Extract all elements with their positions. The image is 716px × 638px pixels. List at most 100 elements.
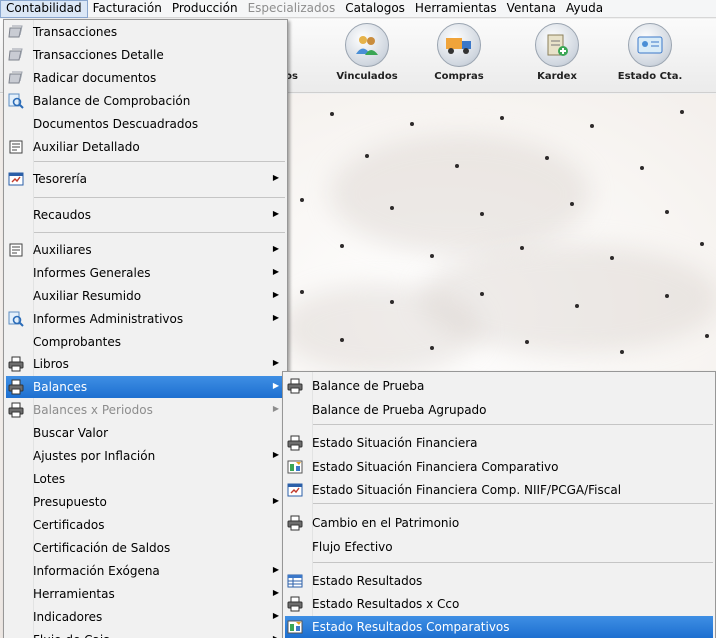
menu-contabilidad[interactable]: Contabilidad <box>0 0 88 18</box>
toolbar-label: Kardex <box>537 71 577 82</box>
menu-item-documentos-descuadrados[interactable]: Documentos Descuadrados <box>6 113 285 135</box>
fabric-dot <box>705 334 709 338</box>
menu-item-informacion-exogena[interactable]: Información Exógena ▶ <box>6 560 285 582</box>
printer-icon <box>8 379 24 395</box>
menu-item-informes-generales[interactable]: Informes Generales ▶ <box>6 262 285 284</box>
menu-item-radicar-documentos[interactable]: Radicar documentos <box>6 67 285 89</box>
menu-item-label: Estado Resultados <box>312 574 423 588</box>
menu-item-presupuesto[interactable]: Presupuesto ▶ <box>6 491 285 513</box>
menu-item-ajustes-por-inflacion[interactable]: Ajustes por Inflación ▶ <box>6 445 285 467</box>
menu-ventana[interactable]: Ventana <box>502 0 561 18</box>
report-icon <box>8 139 24 155</box>
compare-icon <box>287 459 303 475</box>
menu-item-auxiliar-resumido[interactable]: Auxiliar Resumido ▶ <box>6 285 285 307</box>
submenu-item-estado-situacion-financiera[interactable]: Estado Situación Financiera <box>285 432 713 454</box>
submenu-item-estado-situacion-financiera-comp-niif-pcga-fiscal[interactable]: Estado Situación Financiera Comp. NIIF/P… <box>285 479 713 501</box>
menu-item-label: Estado Resultados x Cco <box>312 597 460 611</box>
menu-item-label: Indicadores <box>33 610 103 624</box>
menu-item-lotes[interactable]: Lotes <box>6 468 285 490</box>
menu-item-libros[interactable]: Libros ▶ <box>6 353 285 375</box>
fabric-dot <box>455 164 459 168</box>
menu-item-label: Ajustes por Inflación <box>33 449 156 463</box>
menu-item-balance-de-comprobacion[interactable]: Balance de Comprobación <box>6 90 285 112</box>
report-icon <box>8 242 24 258</box>
fabric-dot <box>365 154 369 158</box>
fabric-dot <box>390 206 394 210</box>
submenu-arrow-icon: ▶ <box>272 290 279 299</box>
menu-item-label: Balance de Prueba Agrupado <box>312 403 487 417</box>
submenu-item-cambio-en-el-patrimonio[interactable]: Cambio en el Patrimonio <box>285 512 713 534</box>
fabric-dot <box>340 244 344 248</box>
printer-icon <box>287 435 303 451</box>
menu-item-auxiliar-detallado[interactable]: Auxiliar Detallado <box>6 136 285 158</box>
table-icon <box>287 573 303 589</box>
menu-item-label: Estado Resultados Comparativos <box>312 620 510 634</box>
fabric-dot <box>300 198 304 202</box>
menu-item-herramientas[interactable]: Herramientas ▶ <box>6 583 285 605</box>
menu-especializados[interactable]: Especializados <box>243 0 341 18</box>
menu-item-flujo-de-caja[interactable]: Flujo de Caja ▶ <box>6 629 285 638</box>
clipboard-add-icon <box>535 23 579 67</box>
submenu-arrow-icon: ▶ <box>272 588 279 597</box>
menu-item-label: Comprobantes <box>33 335 121 349</box>
menu-item-certificados[interactable]: Certificados <box>6 514 285 536</box>
toolbar-button-compras[interactable]: Compras <box>420 23 498 89</box>
menu-item-balances-x-periodos[interactable]: Balances x Periodos ▶ <box>6 399 285 421</box>
submenu-item-balance-de-prueba[interactable]: Balance de Prueba <box>285 375 713 397</box>
menu-ayuda[interactable]: Ayuda <box>561 0 608 18</box>
toolbar-button-vinculados[interactable]: Vinculados <box>328 23 406 89</box>
menu-item-tesoreria[interactable]: Tesorería ▶ <box>6 168 285 190</box>
menu-item-informes-administrativos[interactable]: Informes Administrativos ▶ <box>6 308 285 330</box>
submenu-arrow-icon: ▶ <box>272 209 279 218</box>
submenu-arrow-icon: ▶ <box>272 611 279 620</box>
people-icon <box>345 23 389 67</box>
menu-item-label: Herramientas <box>33 587 115 601</box>
menu-item-certificacion-de-saldos[interactable]: Certificación de Saldos <box>6 537 285 559</box>
menu-item-label: Información Exógena <box>33 564 160 578</box>
fabric-dot <box>390 300 394 304</box>
submenu-arrow-icon: ▶ <box>272 244 279 253</box>
balances-submenu: Balance de Prueba Balance de Prueba Agrup… <box>282 371 716 638</box>
menu-facturacion[interactable]: Facturación <box>88 0 167 18</box>
fabric-dot <box>300 290 304 294</box>
menu-item-label: Balance de Comprobación <box>33 94 191 108</box>
menu-item-transacciones[interactable]: Transacciones <box>6 21 285 43</box>
submenu-arrow-icon: ▶ <box>272 565 279 574</box>
toolbar-label: Vinculados <box>336 71 398 82</box>
menu-item-buscar-valor[interactable]: Buscar Valor <box>6 422 285 444</box>
submenu-item-estado-resultados-comparativos[interactable]: Estado Resultados Comparativos <box>285 616 713 638</box>
submenu-arrow-icon: ▶ <box>273 634 279 638</box>
menu-item-label: Documentos Descuadrados <box>33 117 199 131</box>
menu-item-indicadores[interactable]: Indicadores ▶ <box>6 606 285 628</box>
menu-item-balances[interactable]: Balances ▶ <box>6 376 285 398</box>
submenu-arrow-icon: ▶ <box>272 496 279 505</box>
menu-item-transacciones-detalle[interactable]: Transacciones Detalle <box>6 44 285 66</box>
fabric-dot <box>680 110 684 114</box>
fabric-dot <box>570 202 574 206</box>
submenu-item-flujo-efectivo[interactable]: Flujo Efectivo <box>285 536 713 558</box>
menu-item-label: Estado Situación Financiera Comparativo <box>312 460 559 474</box>
submenu-item-balance-de-prueba-agrupado[interactable]: Balance de Prueba Agrupado <box>285 399 713 421</box>
printer-icon <box>287 596 303 612</box>
menu-herramientas[interactable]: Herramientas <box>410 0 502 18</box>
menu-produccion[interactable]: Producción <box>167 0 243 18</box>
submenu-item-estado-resultados[interactable]: Estado Resultados <box>285 570 713 592</box>
submenu-arrow-icon: ▶ <box>272 173 279 182</box>
submenu-item-estado-situacion-financiera-comparativo[interactable]: Estado Situación Financiera Comparativo <box>285 456 713 478</box>
menu-catalogos[interactable]: Catalogos <box>340 0 410 18</box>
menu-item-comprobantes[interactable]: Comprobantes <box>6 331 285 353</box>
submenu-item-estado-resultados-x-cco[interactable]: Estado Resultados x Cco <box>285 593 713 615</box>
contabilidad-dropdown: Transacciones Transacciones Detalle Radica… <box>3 19 288 638</box>
menu-item-recaudos[interactable]: Recaudos ▶ <box>6 204 285 226</box>
menu-item-auxiliares[interactable]: Auxiliares ▶ <box>6 239 285 261</box>
submenu-arrow-icon: ▶ <box>272 358 279 367</box>
fabric-dot <box>700 242 704 246</box>
compare-icon <box>287 619 303 635</box>
toolbar-button-kardex[interactable]: Kardex <box>518 23 596 89</box>
magnifier-icon <box>8 93 24 109</box>
menu-separator <box>34 232 285 233</box>
toolbar-button-estado-cta[interactable]: Estado Cta. <box>611 23 689 89</box>
menu-item-label: Balances x Periodos <box>33 403 153 417</box>
menu-item-label: Radicar documentos <box>33 71 157 85</box>
menu-item-label: Cambio en el Patrimonio <box>312 516 460 530</box>
